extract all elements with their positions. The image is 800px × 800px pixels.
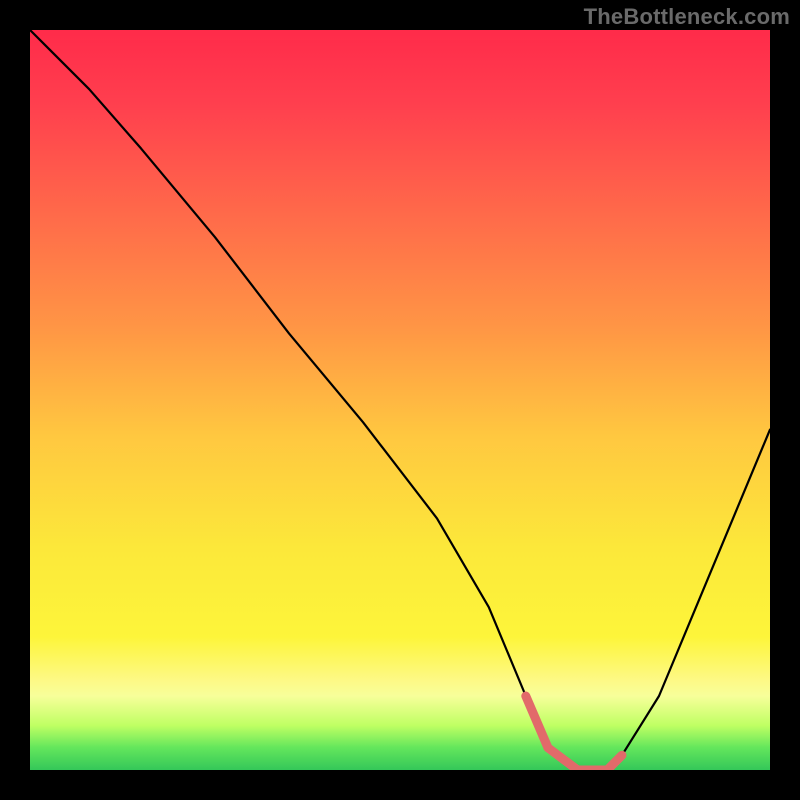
bottleneck-curve-path xyxy=(30,30,770,770)
watermark-text: TheBottleneck.com xyxy=(584,4,790,30)
plot-area xyxy=(30,30,770,770)
chart-frame: TheBottleneck.com xyxy=(0,0,800,800)
minimum-plateau-highlight xyxy=(526,696,622,770)
curve-svg xyxy=(30,30,770,770)
